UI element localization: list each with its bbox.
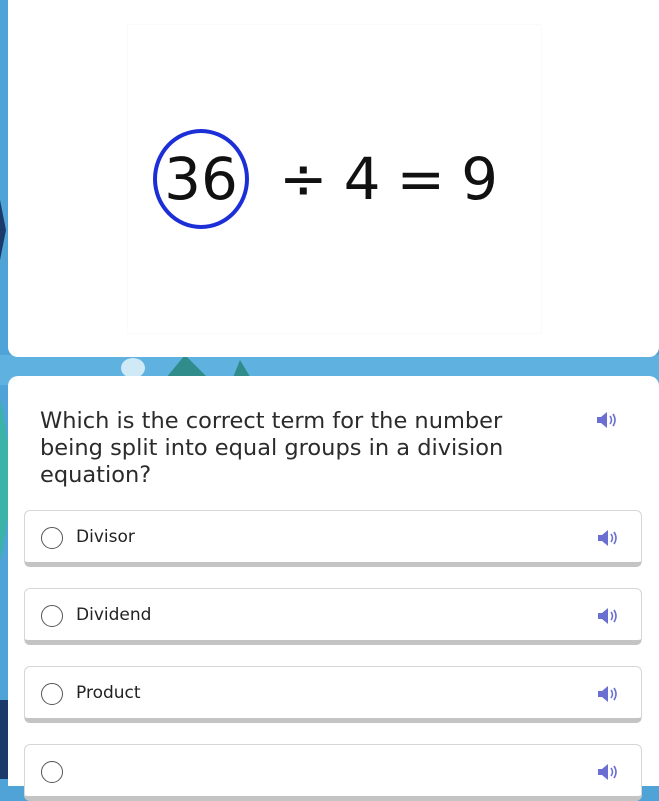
speaker-icon[interactable] (597, 684, 621, 704)
division-equation: 36 ÷ 4 = 9 (153, 123, 498, 235)
question-text: Which is the correct term for the number… (40, 408, 504, 488)
speaker-icon[interactable] (597, 528, 621, 548)
option-label: Dividend (76, 605, 152, 625)
radio-button[interactable] (41, 683, 63, 705)
speaker-icon[interactable] (597, 606, 621, 626)
equals-sign: = (396, 145, 446, 213)
radio-button[interactable] (41, 527, 63, 549)
answer-option-divisor[interactable]: Divisor (24, 510, 642, 567)
dividend-number: 36 (164, 145, 238, 213)
divisor-number: 4 (343, 145, 381, 213)
question-card: Which is the correct term for the number… (8, 376, 659, 801)
radio-button[interactable] (41, 761, 63, 783)
answer-option-product[interactable]: Product (24, 666, 642, 723)
speaker-icon[interactable] (596, 410, 620, 430)
answer-option-dividend[interactable]: Dividend (24, 588, 642, 645)
option-label: Product (76, 683, 141, 703)
equation-image: 36 ÷ 4 = 9 (128, 25, 541, 333)
circled-dividend: 36 (153, 129, 249, 229)
question-image-card: 36 ÷ 4 = 9 (8, 0, 659, 357)
answer-option-partial[interactable] (24, 744, 642, 801)
option-label: Divisor (76, 527, 135, 547)
divide-sign: ÷ (279, 145, 328, 213)
speaker-icon[interactable] (597, 762, 621, 782)
quotient-number: 9 (461, 145, 499, 213)
radio-button[interactable] (41, 605, 63, 627)
